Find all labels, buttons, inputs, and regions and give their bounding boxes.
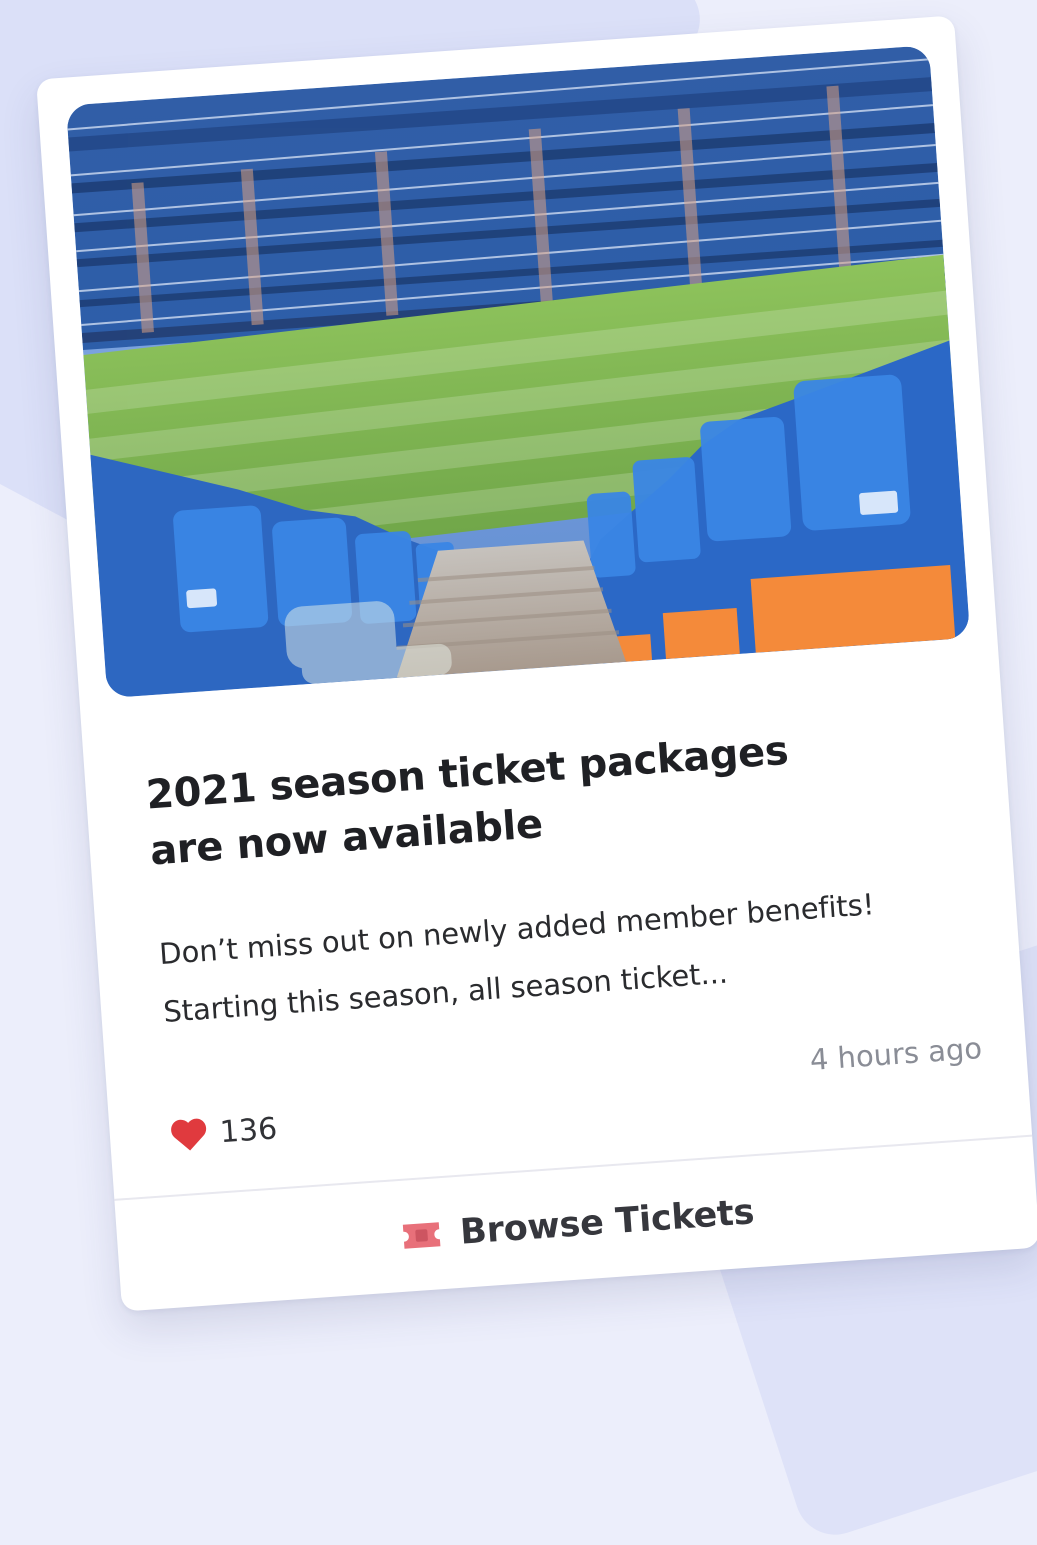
feed-card-wrapper: 2021 season ticket packages are now avai… (0, 0, 1037, 1312)
browse-tickets-button[interactable]: Browse Tickets (114, 1137, 1037, 1312)
likes-group[interactable]: 136 (169, 1108, 279, 1155)
ticket-icon (399, 1220, 443, 1251)
news-card[interactable]: 2021 season ticket packages are now avai… (36, 15, 1037, 1312)
stadium-image (65, 45, 971, 699)
heart-icon[interactable] (169, 1115, 209, 1154)
card-description: Don’t miss out on newly added member ben… (158, 887, 876, 1029)
browse-tickets-label: Browse Tickets (458, 1191, 756, 1253)
timestamp: 4 hours ago (808, 1031, 984, 1077)
card-title: 2021 season ticket packages are now avai… (144, 727, 790, 875)
likes-count: 136 (218, 1110, 279, 1150)
